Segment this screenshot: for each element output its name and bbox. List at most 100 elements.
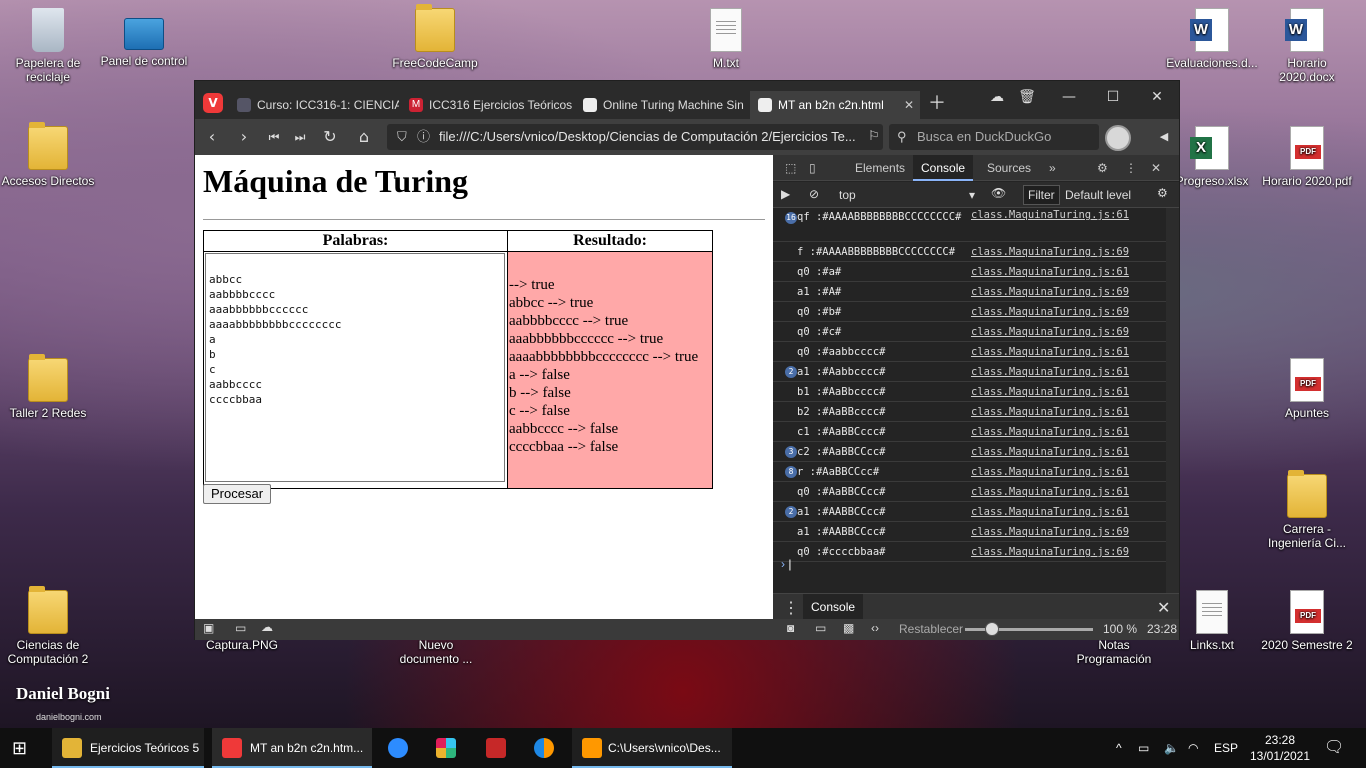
desktop-icon-accesos-directos[interactable]: Accesos Directos bbox=[0, 122, 96, 188]
search-input[interactable]: ⚲ Busca en DuckDuckGo bbox=[889, 124, 1099, 150]
sync-app-icon[interactable] bbox=[530, 728, 558, 768]
desktop-icon-ciencias-computacion[interactable]: Ciencias de Computación 2 bbox=[0, 586, 96, 666]
sidebar-toggle-icon[interactable]: ▶ bbox=[781, 187, 790, 201]
slack-icon[interactable] bbox=[432, 728, 460, 768]
desktop-icon-2020-semestre-2[interactable]: 2020 Semestre 2 bbox=[1259, 590, 1355, 652]
bookmark-icon[interactable]: ⚐ bbox=[863, 127, 885, 147]
shield-icon[interactable]: ⛉ bbox=[397, 124, 407, 150]
start-windows-icon[interactable]: ⊞ bbox=[12, 728, 36, 768]
desktop-icon-recycle-bin[interactable]: Papelera de reciclaje bbox=[0, 8, 96, 84]
console-source-link[interactable]: class.MaquinaTuring.js:61 bbox=[971, 442, 1129, 461]
panel-toggle-icon[interactable]: ◀ bbox=[1153, 127, 1175, 147]
wifi-icon[interactable]: ◠ bbox=[1188, 728, 1198, 768]
filter-input[interactable]: Filter bbox=[1023, 185, 1060, 205]
more-tabs-icon[interactable]: » bbox=[1041, 155, 1064, 181]
volume-icon[interactable]: 🔈 bbox=[1164, 728, 1179, 768]
desktop-icon-m-txt[interactable]: M.txt bbox=[678, 8, 774, 70]
console-source-link[interactable]: class.MaquinaTuring.js:69 bbox=[971, 522, 1129, 541]
camera-icon[interactable]: ◙ bbox=[787, 621, 794, 635]
console-source-link[interactable]: class.MaquinaTuring.js:69 bbox=[971, 302, 1129, 321]
taskbar-item-explorer[interactable]: Ejercicios Teóricos 5 bbox=[52, 728, 204, 768]
image-icon[interactable]: ▩ bbox=[843, 621, 854, 635]
desktop-icon-apuntes[interactable]: Apuntes bbox=[1259, 358, 1355, 420]
trash-icon[interactable]: 🗑 bbox=[1007, 89, 1047, 105]
info-icon[interactable]: ⓘ bbox=[417, 124, 430, 150]
console-source-link[interactable]: class.MaquinaTuring.js:61 bbox=[971, 462, 1129, 481]
minimize-icon[interactable]: — bbox=[1049, 89, 1089, 105]
download-app-icon[interactable] bbox=[482, 728, 510, 768]
reload-icon[interactable]: ↻ bbox=[319, 127, 341, 147]
home-icon[interactable]: ⌂ bbox=[353, 127, 375, 147]
console-source-link[interactable]: class.MaquinaTuring.js:61 bbox=[971, 382, 1129, 401]
console-source-link[interactable]: class.MaquinaTuring.js:69 bbox=[971, 242, 1129, 261]
console-scrollbar[interactable] bbox=[1166, 208, 1179, 593]
language-indicator[interactable]: ESP bbox=[1214, 728, 1238, 768]
taskbar-clock[interactable]: 23:28 13/01/2021 bbox=[1248, 728, 1312, 768]
tab-online-turing[interactable]: Online Turing Machine Sin bbox=[575, 91, 747, 119]
settings-icon[interactable]: ⚙ bbox=[1089, 155, 1116, 181]
profile-avatar[interactable] bbox=[1105, 125, 1131, 151]
more-options-icon[interactable]: ⋮ bbox=[1117, 155, 1145, 181]
console-source-link[interactable]: class.MaquinaTuring.js:61 bbox=[971, 362, 1129, 381]
tiling-icon[interactable]: ▭ bbox=[235, 621, 246, 635]
console-source-link[interactable]: class.MaquinaTuring.js:61 bbox=[971, 502, 1129, 521]
code-icon[interactable]: ‹› bbox=[871, 621, 879, 635]
reset-zoom-label[interactable]: Restablecer bbox=[899, 622, 963, 636]
tab-console[interactable]: Console bbox=[913, 155, 974, 181]
desktop-icon-horario-pdf[interactable]: Horario 2020.pdf bbox=[1259, 126, 1355, 188]
close-tab-icon[interactable]: ✕ bbox=[904, 91, 914, 119]
tab-sources[interactable]: Sources bbox=[979, 155, 1039, 181]
console-source-link[interactable]: class.MaquinaTuring.js:69 bbox=[971, 282, 1129, 301]
context-select[interactable]: top ▾ bbox=[839, 188, 975, 202]
zoom-app-icon[interactable] bbox=[384, 728, 412, 768]
tab-mt-html[interactable]: MT an b2n c2n.html ✕ bbox=[750, 91, 920, 119]
console-source-link[interactable]: class.MaquinaTuring.js:61 bbox=[971, 482, 1129, 501]
panel-icon[interactable]: ▣ bbox=[203, 621, 214, 635]
console-prompt[interactable]: › | bbox=[781, 557, 791, 571]
url-field[interactable]: ⛉ ⓘ file:///C:/Users/vnico/Desktop/Cienc… bbox=[387, 124, 883, 150]
console-source-link[interactable]: class.MaquinaTuring.js:61 bbox=[971, 422, 1129, 441]
notifications-icon[interactable]: 🗨 bbox=[1324, 728, 1344, 768]
desktop-icon-captura-png[interactable]: Captura.PNG bbox=[194, 638, 290, 652]
words-textarea[interactable]: abbcc aabbbbcccc aaabbbbbbcccccc aaaabbb… bbox=[205, 253, 505, 482]
drawer-menu-icon[interactable]: ⋮ bbox=[783, 598, 799, 618]
drawer-tab-console[interactable]: Console bbox=[803, 594, 864, 620]
console-source-link[interactable]: class.MaquinaTuring.js:61 bbox=[971, 342, 1129, 361]
console-source-link[interactable]: class.MaquinaTuring.js:61 bbox=[971, 262, 1129, 281]
console-source-link[interactable]: class.MaquinaTuring.js:61 bbox=[971, 402, 1129, 421]
vivaldi-menu-icon[interactable]: V bbox=[203, 93, 223, 113]
tab-elements[interactable]: Elements bbox=[847, 155, 913, 181]
desktop-icon-notas-programacion[interactable]: Notas Programación bbox=[1066, 638, 1162, 666]
tab-ejercicios[interactable]: M ICC316 Ejercicios Teóricos bbox=[401, 91, 573, 119]
taskbar-item-vivaldi[interactable]: MT an b2n c2n.htm... bbox=[212, 728, 372, 768]
tray-chevron-icon[interactable]: ^ bbox=[1116, 728, 1122, 768]
new-tab-icon[interactable]: ＋ bbox=[917, 89, 957, 115]
close-window-icon[interactable]: ✕ bbox=[1137, 89, 1177, 105]
console-source-link[interactable]: class.MaquinaTuring.js:69 bbox=[971, 322, 1129, 341]
desktop-icon-carrera[interactable]: Carrera - Ingeniería Ci... bbox=[1259, 470, 1355, 550]
desktop-icon-evaluaciones[interactable]: Evaluaciones.d... bbox=[1164, 8, 1260, 70]
console-source-link[interactable]: class.MaquinaTuring.js:61 bbox=[971, 208, 1129, 222]
tab-curso[interactable]: Curso: ICC316-1: CIENCIAS bbox=[229, 91, 399, 119]
battery-icon[interactable]: ▭ bbox=[1138, 728, 1149, 768]
window-icon[interactable]: ▭ bbox=[815, 621, 826, 635]
device-toggle-icon[interactable]: ▯ bbox=[801, 155, 824, 181]
eye-icon[interactable]: 👁 bbox=[991, 186, 1006, 200]
desktop-icon-taller-2-redes[interactable]: Taller 2 Redes bbox=[0, 354, 96, 420]
back-icon[interactable]: ‹ bbox=[201, 127, 223, 147]
console-settings-icon[interactable]: ⚙ bbox=[1157, 186, 1168, 200]
rewind-icon[interactable]: ⏮ bbox=[263, 127, 285, 147]
close-drawer-icon[interactable]: ✕ bbox=[1157, 598, 1170, 618]
clear-console-icon[interactable]: ⊘ bbox=[809, 187, 819, 201]
console-source-link[interactable]: class.MaquinaTuring.js:69 bbox=[971, 542, 1129, 561]
desktop-icon-freecodecamp[interactable]: FreeCodeCamp bbox=[387, 4, 483, 70]
taskbar-item-sublime[interactable]: C:\Users\vnico\Des... bbox=[572, 728, 732, 768]
maximize-icon[interactable]: ☐ bbox=[1093, 89, 1133, 105]
log-level-select[interactable]: Default level bbox=[1065, 188, 1131, 202]
desktop-icon-nuevo-documento[interactable]: Nuevo documento ... bbox=[388, 638, 484, 666]
sync-cloud-icon[interactable]: ☁ bbox=[261, 620, 273, 634]
desktop-icon-control-panel[interactable]: Panel de control bbox=[96, 8, 192, 68]
fast-forward-icon[interactable]: ⏭ bbox=[289, 127, 311, 147]
close-devtools-icon[interactable]: ✕ bbox=[1143, 155, 1169, 181]
desktop-icon-horario-docx[interactable]: Horario 2020.docx bbox=[1259, 8, 1355, 84]
